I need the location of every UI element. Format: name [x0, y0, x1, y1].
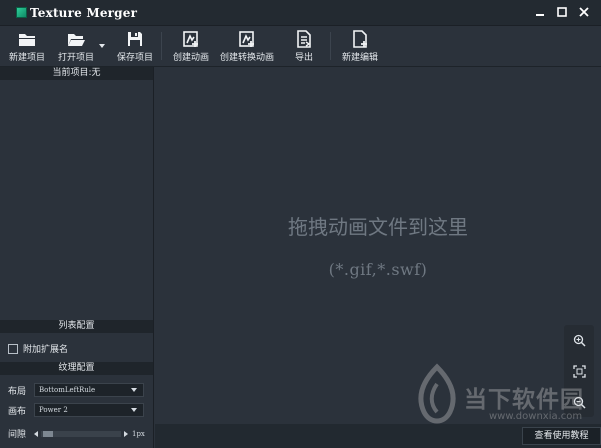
gap-row: 间隙 1px	[8, 427, 145, 441]
gap-label: 间隙	[8, 430, 27, 440]
slider-track[interactable]	[41, 430, 121, 437]
layout-label: 布局	[8, 386, 27, 397]
export-icon	[297, 30, 311, 48]
maximize-button[interactable]	[551, 3, 573, 21]
open-dropdown-icon[interactable]	[99, 44, 105, 48]
close-button[interactable]	[573, 3, 595, 21]
maximize-icon	[557, 7, 567, 17]
folder-open-icon	[68, 34, 85, 46]
drop-hint-extensions: (*.gif,*.swf)	[328, 260, 428, 279]
append-extension-label: 附加扩展名	[23, 345, 69, 355]
title-bar: Texture Merger	[0, 0, 601, 26]
app-logo-icon	[16, 7, 27, 18]
chevron-down-icon	[131, 388, 137, 392]
project-list[interactable]	[0, 80, 153, 386]
slider-right-icon[interactable]	[124, 430, 128, 437]
slider-left-icon[interactable]	[34, 430, 38, 437]
convert-animation-icon	[239, 31, 254, 47]
save-icon	[128, 32, 142, 46]
texture-settings-header: 纹理配置	[0, 362, 153, 375]
create-animation-label: 创建动画	[172, 53, 209, 63]
drop-hint-title: 拖拽动画文件到这里	[288, 215, 468, 239]
canvas-value: Power 2	[39, 406, 68, 414]
watermark-url: www.downxia.com	[489, 411, 583, 422]
layout-row: 布局 BottomLeftRule	[8, 383, 144, 397]
gap-slider[interactable]: 1px	[34, 430, 145, 438]
new-edit-icon	[353, 30, 367, 48]
minimize-icon	[536, 14, 544, 16]
export-label: 导出	[294, 53, 313, 63]
save-project-button[interactable]: 保存项目	[115, 30, 155, 64]
folder-new-icon	[19, 34, 35, 46]
current-project-header: 当前项目:无	[0, 67, 153, 80]
open-project-button[interactable]: 打开项目	[56, 30, 96, 64]
new-project-button[interactable]: 新建项目	[8, 30, 46, 64]
append-extension-checkbox[interactable]	[8, 343, 18, 354]
zoom-in-button[interactable]	[572, 333, 586, 347]
gap-value: 1px	[132, 429, 145, 438]
minimize-button[interactable]	[529, 3, 551, 21]
close-icon	[579, 7, 589, 17]
left-panel: 当前项目:无 列表配置 附加扩展名 纹理配置 布局 BottomLeftRule…	[0, 67, 154, 448]
chevron-down-icon	[131, 408, 137, 412]
watermark-brand: 当下软件园	[464, 387, 584, 413]
new-project-label: 新建项目	[8, 53, 45, 63]
save-project-label: 保存项目	[116, 53, 153, 63]
append-extension-row[interactable]: 附加扩展名	[8, 342, 68, 355]
watermark-logo-icon	[418, 363, 456, 424]
create-animation-button[interactable]: 创建动画	[171, 30, 211, 64]
canvas-label: 画布	[8, 406, 27, 417]
new-edit-label: 新建编辑	[341, 53, 378, 63]
window-controls	[529, 3, 595, 21]
toolbar-divider	[161, 32, 162, 60]
toolbar: 新建项目 打开项目 保存项目 创建动画 创建转换动画 导出 新建编辑	[0, 26, 601, 67]
site-watermark: 当下软件园 www.downxia.com	[412, 352, 601, 442]
export-button[interactable]: 导出	[290, 30, 318, 64]
zoom-in-icon	[573, 334, 586, 347]
create-convert-animation-button[interactable]: 创建转换动画	[219, 30, 275, 64]
open-project-label: 打开项目	[57, 53, 94, 63]
slider-thumb[interactable]	[43, 430, 53, 437]
layout-value: BottomLeftRule	[39, 386, 96, 394]
create-convert-animation-label: 创建转换动画	[219, 53, 274, 63]
layout-select[interactable]: BottomLeftRule	[34, 383, 144, 397]
canvas-select[interactable]: Power 2	[34, 403, 144, 417]
window-title: Texture Merger	[30, 5, 138, 20]
canvas-row: 画布 Power 2	[8, 403, 144, 417]
create-animation-icon	[183, 31, 198, 47]
new-edit-button[interactable]: 新建编辑	[340, 30, 380, 64]
toolbar-divider	[330, 32, 331, 60]
list-settings-header: 列表配置	[0, 320, 153, 333]
